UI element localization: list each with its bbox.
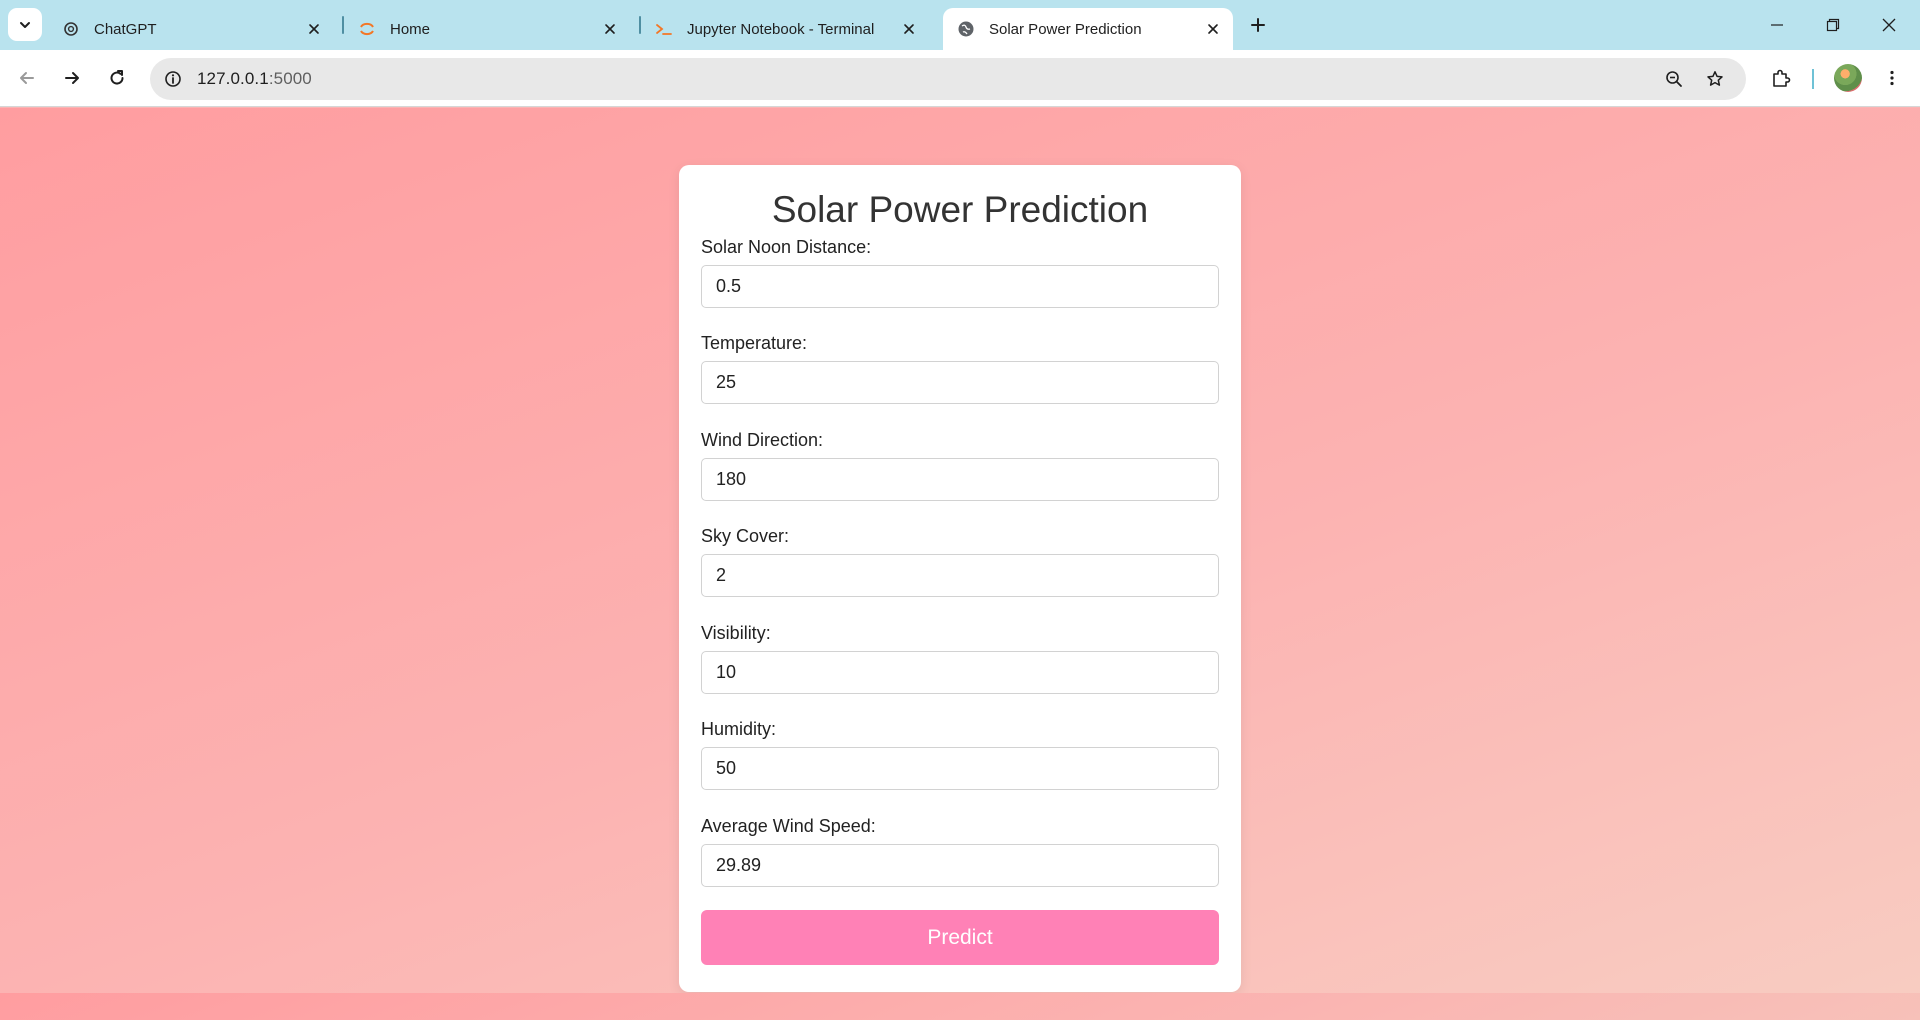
globe-icon xyxy=(957,20,975,38)
restore-button[interactable] xyxy=(1806,0,1860,50)
wind-direction-input[interactable] xyxy=(701,458,1219,501)
sky-cover-input[interactable] xyxy=(701,554,1219,597)
tab-strip: ChatGPT Home Jupyter Notebook - Terminal… xyxy=(0,0,1920,50)
zoom-icon[interactable] xyxy=(1660,65,1688,93)
bookmark-star-icon[interactable] xyxy=(1701,65,1729,93)
tab-label: Solar Power Prediction xyxy=(989,20,1142,38)
chatgpt-icon xyxy=(62,20,80,38)
tab-solar-power-prediction[interactable]: Solar Power Prediction xyxy=(943,8,1233,50)
minimize-button[interactable] xyxy=(1750,0,1804,50)
solar-noon-distance-label: Solar Noon Distance: xyxy=(701,237,872,257)
visibility-input[interactable] xyxy=(701,651,1219,694)
close-icon[interactable] xyxy=(304,19,324,39)
visibility-label: Visibility: xyxy=(701,623,771,643)
more-vert-icon xyxy=(1890,70,1894,86)
restore-icon xyxy=(1826,18,1840,32)
browser-toolbar: 127.0.0.1:5000 xyxy=(0,50,1920,107)
page-viewport: Solar Power Prediction Solar Noon Distan… xyxy=(0,108,1920,1020)
new-tab-button[interactable] xyxy=(1245,12,1271,38)
tab-label: Home xyxy=(390,20,431,38)
jupyter-icon xyxy=(358,20,376,38)
tab-label: ChatGPT xyxy=(94,20,157,38)
url-host: 127.0.0.1 xyxy=(197,69,269,88)
average-wind-speed-label: Average Wind Speed: xyxy=(701,816,876,836)
profile-avatar[interactable] xyxy=(1834,64,1862,92)
average-wind-speed-input[interactable] xyxy=(701,844,1219,887)
predict-button[interactable]: Predict xyxy=(701,910,1219,965)
address-bar[interactable]: 127.0.0.1:5000 xyxy=(150,58,1746,100)
sky-cover-label: Sky Cover: xyxy=(701,526,790,546)
humidity-input[interactable] xyxy=(701,747,1219,790)
extensions-button[interactable] xyxy=(1763,60,1799,96)
page-bottom-band xyxy=(0,993,1920,1020)
tab-chatgpt[interactable]: ChatGPT xyxy=(48,8,334,50)
terminal-icon xyxy=(655,20,673,38)
puzzle-icon xyxy=(1773,69,1791,87)
humidity-label: Humidity: xyxy=(701,719,777,739)
temperature-label: Temperature: xyxy=(701,333,808,353)
close-icon xyxy=(1882,18,1896,32)
close-icon[interactable] xyxy=(600,19,620,39)
forward-arrow-icon xyxy=(65,72,79,84)
minimize-icon xyxy=(1771,24,1783,26)
site-info-icon[interactable] xyxy=(160,66,186,92)
tab-jupyter-terminal[interactable]: Jupyter Notebook - Terminal xyxy=(641,8,929,50)
back-arrow-icon xyxy=(20,72,34,84)
url-port: :5000 xyxy=(268,69,312,88)
page-title: Solar Power Prediction xyxy=(771,189,1149,230)
toolbar-divider xyxy=(1812,69,1814,89)
solar-noon-distance-input[interactable] xyxy=(701,265,1219,308)
reload-button[interactable] xyxy=(99,60,135,96)
plus-icon xyxy=(1251,18,1265,32)
tab-search-button[interactable] xyxy=(8,8,42,41)
url-text: 127.0.0.1:5000 xyxy=(197,69,312,89)
close-window-button[interactable] xyxy=(1862,0,1916,50)
back-button[interactable] xyxy=(9,60,45,96)
tab-label: Jupyter Notebook - Terminal xyxy=(687,20,875,38)
wind-direction-label: Wind Direction: xyxy=(701,430,824,450)
close-icon[interactable] xyxy=(1203,19,1223,39)
reload-icon xyxy=(110,70,124,85)
prediction-form-card: Solar Power Prediction Solar Noon Distan… xyxy=(679,165,1241,992)
close-icon[interactable] xyxy=(899,19,919,39)
tab-home[interactable]: Home xyxy=(344,8,630,50)
forward-button[interactable] xyxy=(54,60,90,96)
temperature-input[interactable] xyxy=(701,361,1219,404)
menu-button[interactable] xyxy=(1874,60,1910,96)
chevron-down-icon xyxy=(20,21,30,28)
